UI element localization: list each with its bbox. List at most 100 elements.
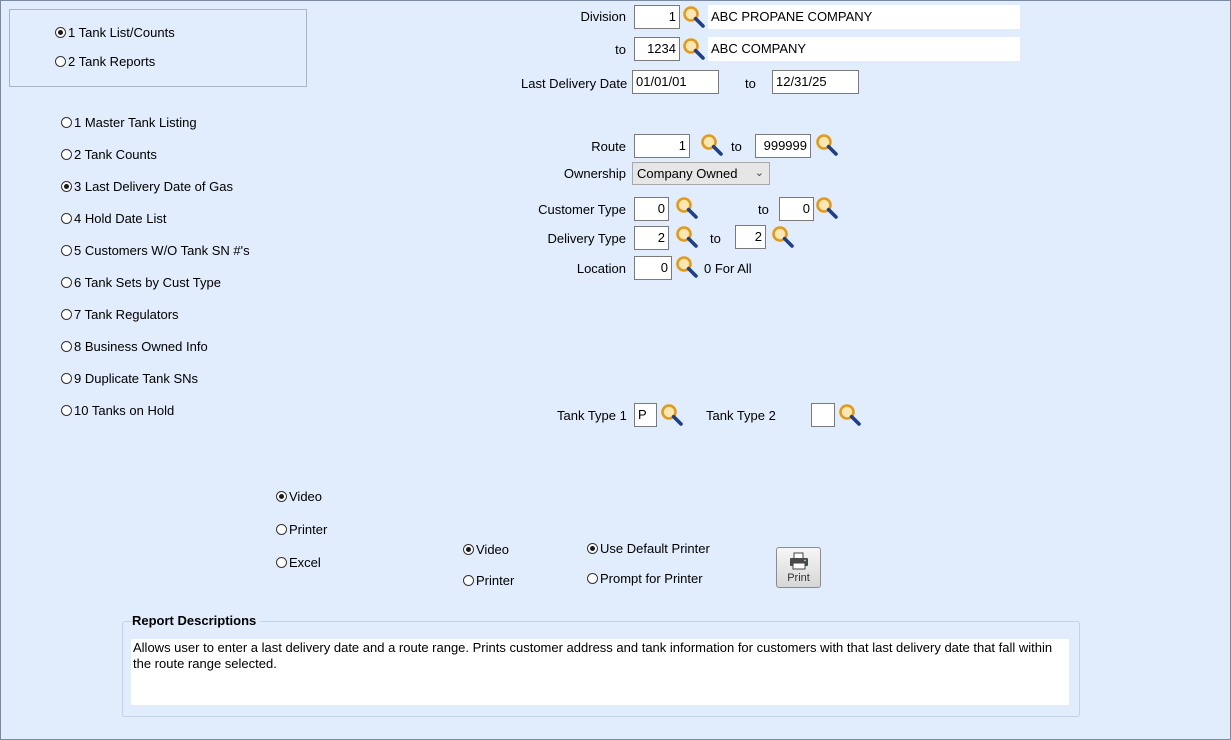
last-delivery-to-field[interactable]: 12/31/25 [772,70,859,94]
radio-tank-reports[interactable]: 2 Tank Reports [55,54,155,69]
radio-customers-wo-tank-sn[interactable]: 5 Customers W/O Tank SN #'s [61,243,250,258]
delivery-type-to-field[interactable]: 2 [735,225,766,249]
radio-indicator [587,543,598,554]
radio-label: 3 Last Delivery Date of Gas [74,179,233,194]
radio-tanks-on-hold[interactable]: 10 Tanks on Hold [61,403,174,418]
tank-type-1-label: Tank Type 1 [557,408,627,423]
customer-type-from-field[interactable]: 0 [634,197,669,221]
search-icon[interactable] [675,255,699,279]
print-button[interactable]: Print [776,547,821,588]
division-from-field[interactable]: 1 [634,5,680,29]
radio-indicator [276,491,287,502]
division-to-label: to [615,42,626,57]
radio-label: 4 Hold Date List [74,211,167,226]
ownership-value: Company Owned [637,166,738,181]
division-to-field[interactable]: 1234 [634,37,680,61]
search-icon[interactable] [700,133,724,157]
radio-indicator [61,309,72,320]
radio-label: Use Default Printer [600,541,710,556]
radio-label: 2 Tank Reports [68,54,156,69]
route-to-label: to [731,139,742,154]
chevron-down-icon: ⌄ [754,167,764,179]
report-group-box [9,9,307,87]
customer-type-to-label: to [758,202,769,217]
radio-label: Prompt for Printer [600,571,703,586]
last-delivery-label: Last Delivery Date [521,76,628,91]
route-label: Route [591,139,626,154]
radio-label: Printer [289,522,328,537]
ownership-select[interactable]: Company Owned ⌄ [632,162,770,185]
search-icon[interactable] [682,37,706,61]
location-field[interactable]: 0 [634,256,672,280]
report-description-title: Report Descriptions [132,613,261,628]
radio-indicator [61,213,72,224]
radio-label: Video [476,542,510,557]
radio-indicator [61,245,72,256]
radio-prompt-for-printer[interactable]: Prompt for Printer [587,571,703,586]
ownership-label: Ownership [563,166,626,181]
tank-type-1-field[interactable]: P [634,403,657,427]
radio-indicator [463,544,474,555]
report-description-text: Allows user to enter a last delivery dat… [131,639,1069,705]
radio-tank-list-counts[interactable]: 1 Tank List/Counts [55,25,175,40]
division-label: Division [580,9,626,24]
search-icon[interactable] [682,5,706,29]
search-icon[interactable] [675,225,699,249]
radio-output2-video[interactable]: Video [463,542,509,557]
route-to-field[interactable]: 999999 [755,134,811,158]
radio-output2-printer[interactable]: Printer [463,573,514,588]
radio-output-excel[interactable]: Excel [276,555,321,570]
tank-type-2-field[interactable] [811,403,835,427]
delivery-type-label: Delivery Type [547,231,626,246]
customer-type-to-field[interactable]: 0 [779,197,814,221]
radio-duplicate-tank-sns[interactable]: 9 Duplicate Tank SNs [61,371,198,386]
report-window: 1 Tank List/Counts 2 Tank Reports 1 Mast… [0,0,1231,740]
route-from-field[interactable]: 1 [634,134,690,158]
search-icon[interactable] [815,196,839,220]
radio-use-default-printer[interactable]: Use Default Printer [587,541,710,556]
radio-indicator [587,573,598,584]
search-icon[interactable] [771,225,795,249]
radio-hold-date-list[interactable]: 4 Hold Date List [61,211,167,226]
last-delivery-from-field[interactable]: 01/01/01 [632,70,719,94]
radio-indicator [61,181,72,192]
radio-indicator [61,405,72,416]
radio-indicator [276,557,287,568]
radio-label: 2 Tank Counts [74,147,157,162]
radio-indicator [61,277,72,288]
radio-label: 9 Duplicate Tank SNs [74,371,199,386]
radio-indicator [61,117,72,128]
radio-tank-regulators[interactable]: 7 Tank Regulators [61,307,179,322]
radio-business-owned-info[interactable]: 8 Business Owned Info [61,339,208,354]
radio-tank-sets-by-cust-type[interactable]: 6 Tank Sets by Cust Type [61,275,221,290]
radio-output-video[interactable]: Video [276,489,322,504]
radio-last-delivery-date[interactable]: 3 Last Delivery Date of Gas [61,179,233,194]
radio-tank-counts[interactable]: 2 Tank Counts [61,147,157,162]
radio-indicator [276,524,287,535]
search-icon[interactable] [675,196,699,220]
last-delivery-to-label: to [745,76,756,91]
search-icon[interactable] [660,403,684,427]
location-hint: 0 For All [704,261,752,276]
delivery-type-from-field[interactable]: 2 [634,226,669,250]
radio-label: 6 Tank Sets by Cust Type [74,275,221,290]
tank-type-2-label: Tank Type 2 [706,408,776,423]
radio-label: 5 Customers W/O Tank SN #'s [74,243,250,258]
radio-indicator [55,27,66,38]
search-icon[interactable] [838,403,862,427]
radio-indicator [61,373,72,384]
radio-label: 10 Tanks on Hold [74,403,175,418]
radio-output-printer[interactable]: Printer [276,522,327,537]
radio-indicator [61,149,72,160]
division-to-name: ABC COMPANY [708,37,1020,61]
delivery-type-to-label: to [710,231,721,246]
radio-label: Video [289,489,323,504]
radio-master-tank-listing[interactable]: 1 Master Tank Listing [61,115,197,130]
division-from-name: ABC PROPANE COMPANY [708,5,1020,29]
print-button-label: Print [787,572,810,584]
customer-type-label: Customer Type [538,202,626,217]
radio-indicator [61,341,72,352]
search-icon[interactable] [815,133,839,157]
radio-label: 8 Business Owned Info [74,339,208,354]
radio-label: Printer [476,573,515,588]
